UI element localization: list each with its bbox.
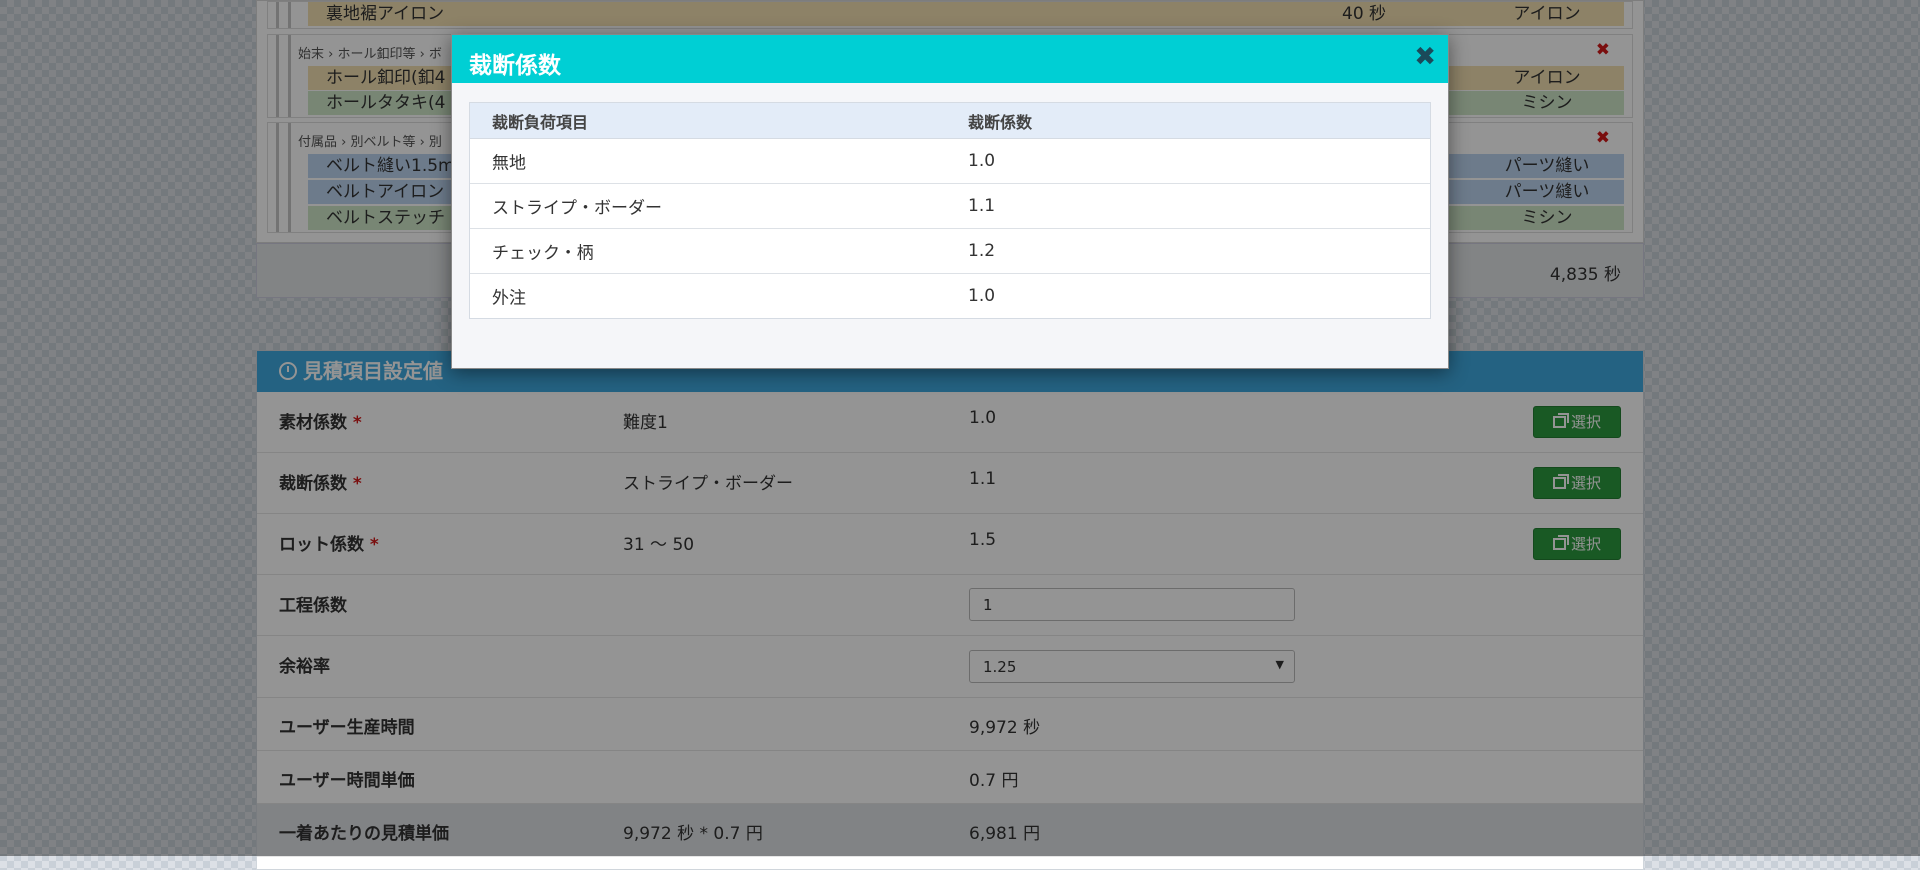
cell-item: 無地 [492, 153, 526, 174]
cell-coef: 1.0 [968, 151, 996, 171]
modal-title: 裁断係数 [469, 53, 561, 79]
cell-item: ストライプ・ボーダー [492, 198, 662, 219]
table-row[interactable]: 外注 1.0 [470, 274, 1430, 318]
column-header: 裁断負荷項目 [492, 112, 589, 132]
cutting-coef-modal: 裁断係数 ✖ 裁断負荷項目 裁断係数 無地 1.0 ストライプ・ボーダー 1.1… [451, 34, 1449, 369]
table-row[interactable]: チェック・柄 1.2 [470, 229, 1430, 274]
column-header: 裁断係数 [968, 112, 1033, 132]
cell-coef: 1.1 [968, 196, 996, 216]
cell-coef: 1.2 [968, 241, 996, 261]
table-header: 裁断負荷項目 裁断係数 [470, 103, 1430, 139]
modal-header: 裁断係数 ✖ [452, 35, 1448, 83]
cell-item: チェック・柄 [492, 243, 594, 264]
table-row[interactable]: ストライプ・ボーダー 1.1 [470, 184, 1430, 229]
table-row[interactable]: 無地 1.0 [470, 139, 1430, 184]
close-icon[interactable]: ✖ [1414, 43, 1436, 71]
cutting-coef-table: 裁断負荷項目 裁断係数 無地 1.0 ストライプ・ボーダー 1.1 チェック・柄… [469, 102, 1431, 319]
cell-coef: 1.0 [968, 286, 996, 306]
cell-item: 外注 [492, 288, 526, 309]
